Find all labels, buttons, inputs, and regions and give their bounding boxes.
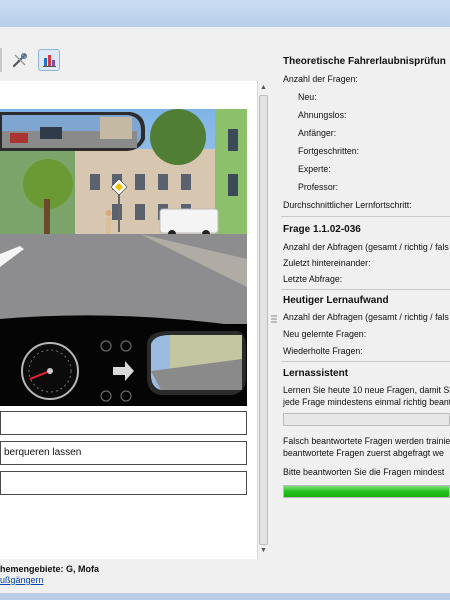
level-label: Ahnungslos: (298, 110, 347, 120)
toolbar-separator (0, 48, 2, 72)
review-progress-bar (283, 485, 450, 498)
assistant-text: jede Frage mindestens einmal richtig bea… (283, 397, 450, 407)
topic-link[interactable]: ußgängern (0, 575, 260, 585)
learning-progress-bar (283, 413, 450, 426)
repeated-label: Wiederholte Fragen: (283, 346, 363, 356)
window-bottom-border (0, 593, 450, 600)
themes-text: hemengebiete: G, Mofa (0, 564, 100, 574)
panel-splitter[interactable] (270, 81, 278, 559)
tools-icon (12, 52, 28, 68)
assistant-title: Lernassistent (283, 368, 349, 379)
assistant-text: Falsch beantwortete Fragen werden traini… (283, 436, 450, 446)
divider (281, 289, 450, 290)
question-scrollbar[interactable]: ▲ ▼ (257, 81, 270, 559)
window-titlebar (0, 0, 450, 28)
question-image (0, 109, 247, 406)
level-label: Neu: (298, 92, 317, 102)
stats-title: Theoretische Fahrerlaubnisprüfun (283, 56, 446, 67)
today-title: Heutiger Lernaufwand (283, 295, 389, 306)
last-query-label: Letzte Abfrage: (283, 274, 343, 284)
assistant-text: Lernen Sie heute 10 neue Fragen, damit S… (283, 385, 450, 395)
bar-chart-icon (43, 55, 56, 67)
question-title: Frage 1.1.02-036 (283, 224, 361, 235)
scrollbar-thumb[interactable] (259, 95, 268, 545)
toolbar (0, 42, 270, 78)
avg-progress-label: Durchschnittlicher Lernfortschritt: (283, 200, 412, 210)
question-panel: berqueren lassen (0, 81, 258, 559)
answer-option[interactable] (0, 471, 247, 495)
level-label: Experte: (298, 164, 331, 174)
consecutive-label: Zuletzt hintereinander: (283, 258, 371, 268)
assistant-text: beantwortete Fragen zuerst abgefragt we (283, 448, 444, 458)
progress-fill (284, 486, 449, 497)
question-count-label: Anzahl der Fragen: (283, 74, 358, 84)
level-label: Professor: (298, 182, 339, 192)
statistics-button[interactable] (38, 49, 60, 71)
answer-option[interactable]: berqueren lassen (0, 441, 247, 465)
question-footer: hemengebiete: G, Mofa ußgängern (0, 564, 260, 585)
answer-option[interactable] (0, 411, 247, 435)
driving-scene-image (0, 109, 247, 406)
assistant-text: Bitte beantworten Sie die Fragen mindest (283, 467, 445, 477)
splitter-grip-icon (271, 315, 277, 323)
divider (281, 216, 450, 217)
today-queries-label: Anzahl der Abfragen (gesamt / richtig / … (283, 312, 449, 322)
scroll-down-icon[interactable]: ▼ (260, 547, 267, 554)
divider (281, 361, 450, 362)
level-label: Fortgeschritten: (298, 146, 360, 156)
answer-text: berqueren lassen (4, 447, 82, 458)
question-queries-label: Anzahl der Abfragen (gesamt / richtig / … (283, 242, 449, 252)
tools-button[interactable] (9, 49, 31, 71)
level-label: Anfänger: (298, 128, 337, 138)
scroll-up-icon[interactable]: ▲ (260, 84, 267, 91)
statistics-panel: Theoretische Fahrerlaubnisprüfun Anzahl … (281, 50, 450, 560)
new-learned-label: Neu gelernte Fragen: (283, 329, 367, 339)
